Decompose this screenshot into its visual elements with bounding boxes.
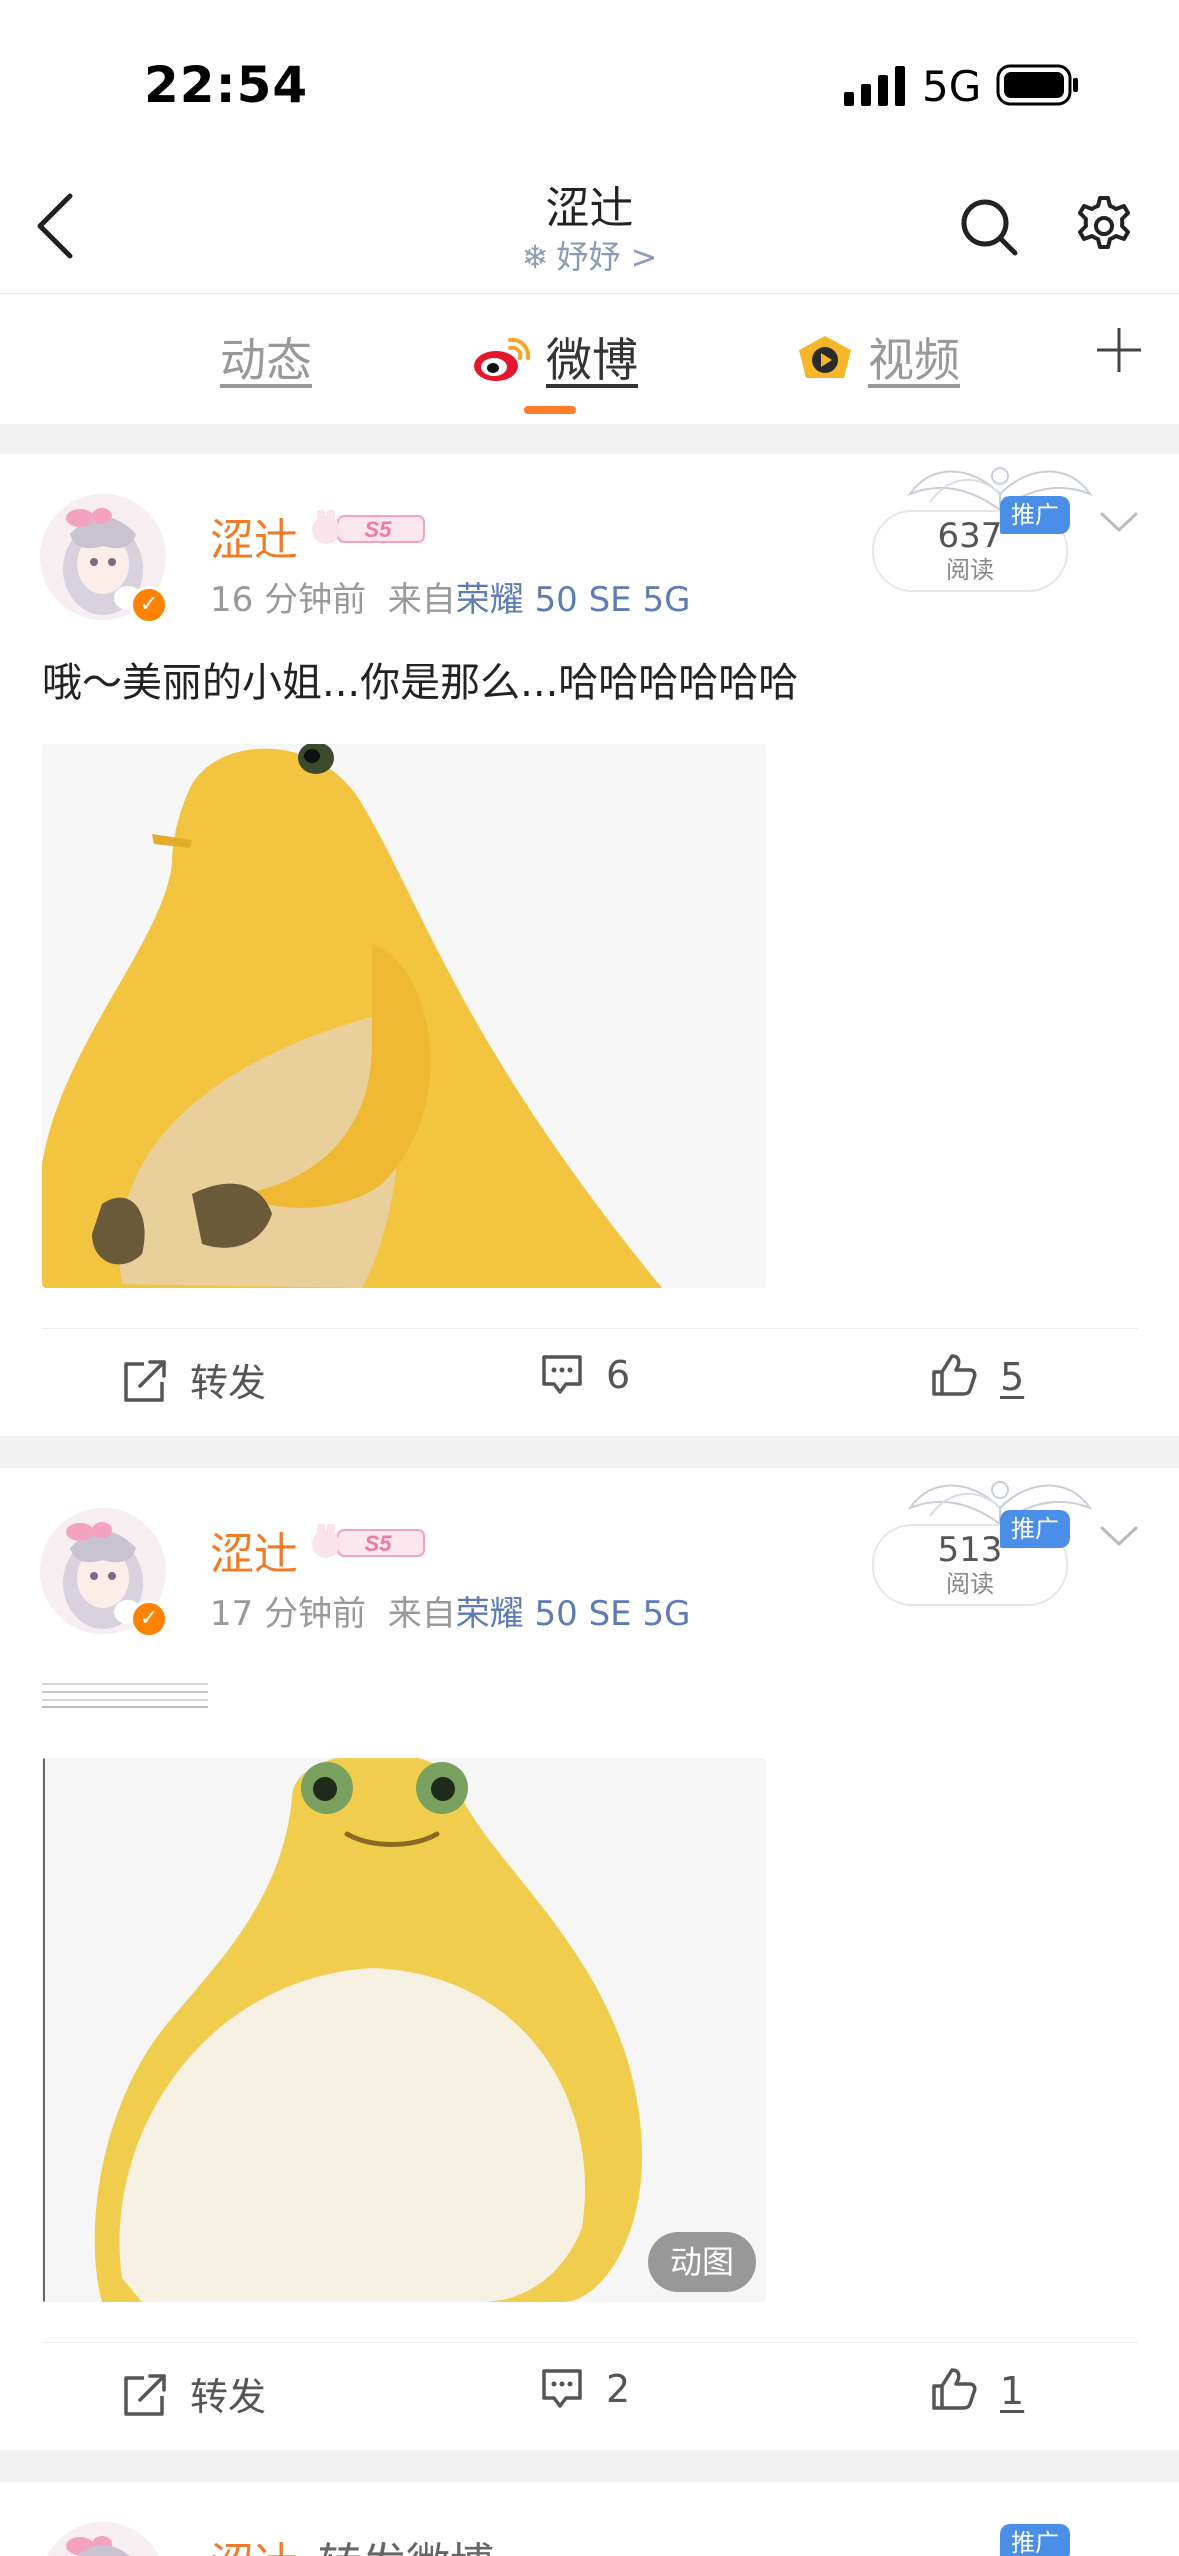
active-tab-indicator bbox=[524, 406, 576, 414]
gif-badge: 动图 bbox=[648, 2232, 756, 2292]
source-prefix: 来自 bbox=[387, 580, 456, 620]
chevron-down-icon[interactable] bbox=[1096, 506, 1142, 536]
verified-badge-icon: ✓ bbox=[130, 586, 168, 624]
cellular-signal-icon bbox=[844, 66, 905, 106]
network-type: 5G bbox=[922, 62, 982, 111]
promo-tag[interactable]: 推广 bbox=[1000, 1510, 1070, 1548]
post-gif[interactable]: 动图 bbox=[42, 1758, 766, 2302]
tab-label: 微博 bbox=[546, 333, 638, 387]
post-username[interactable]: 涩辻 转发微博 bbox=[210, 2528, 494, 2556]
post-divider bbox=[42, 1328, 1138, 1329]
read-label: 阅读 bbox=[946, 556, 994, 584]
profile-tab-bar: 动态 微博 视频 bbox=[0, 294, 1179, 424]
subtitle-label: 妤妤 > bbox=[556, 238, 658, 276]
post-username[interactable]: 涩辻 bbox=[210, 1518, 298, 1582]
thumbs-up-icon bbox=[932, 1354, 977, 1396]
like-button[interactable]: 5 bbox=[930, 1352, 1024, 1399]
post-device[interactable]: 荣耀 50 SE 5G bbox=[456, 580, 691, 620]
vip-badge-icon: S5 bbox=[312, 1524, 425, 1558]
repost-label: 转发 bbox=[190, 2375, 267, 2419]
tab-label: 视频 bbox=[868, 333, 960, 387]
repost-label: 转发 bbox=[190, 1361, 267, 1405]
navigation-bar: 涩辻 ❄ 妤妤 > bbox=[0, 160, 1179, 294]
search-icon[interactable] bbox=[958, 196, 1020, 258]
weibo-logo-icon bbox=[474, 337, 531, 381]
source-prefix: 来自 bbox=[387, 1594, 456, 1634]
tab-shipin[interactable]: 视频 bbox=[796, 324, 960, 390]
post-device[interactable]: 荣耀 50 SE 5G bbox=[456, 1594, 691, 1634]
vip-badge-icon: S5 bbox=[312, 510, 425, 544]
comment-count: 6 bbox=[606, 1353, 631, 1397]
comment-icon bbox=[542, 1355, 582, 1394]
tab-dongtai[interactable]: 动态 bbox=[220, 324, 312, 390]
snowflake-icon: ❄ bbox=[521, 238, 549, 276]
post-divider bbox=[42, 2342, 1138, 2343]
vip-level: S5 bbox=[365, 517, 393, 542]
battery-icon bbox=[996, 64, 1078, 106]
avatar[interactable] bbox=[40, 2522, 166, 2556]
post-text: 哦～美丽的小姐...你是那么...哈哈哈哈哈哈 bbox=[42, 660, 799, 706]
plus-icon[interactable] bbox=[1094, 320, 1144, 380]
chevron-down-icon[interactable] bbox=[1096, 1520, 1142, 1550]
post-time: 17 分钟前 bbox=[210, 1594, 367, 1634]
promo-tag[interactable]: 推广 bbox=[1000, 496, 1070, 534]
comment-button[interactable]: 2 bbox=[540, 2366, 630, 2411]
thumbs-up-icon bbox=[932, 2368, 977, 2410]
status-time: 22:54 bbox=[144, 56, 309, 114]
repost-suffix: 转发微博 bbox=[318, 2539, 494, 2556]
feed-post: 涩辻 转发微博 推广 bbox=[0, 2482, 1179, 2556]
repost-button[interactable]: 转发 bbox=[122, 2366, 266, 2421]
like-count: 5 bbox=[1000, 1355, 1025, 1399]
post-meta: 16 分钟前 来自荣耀 50 SE 5G bbox=[210, 572, 690, 621]
redacted-text-lines bbox=[42, 1683, 208, 1708]
feed-post: ✓ 涩辻 S5 17 分钟前 来自荣耀 50 SE 5G 513 阅读 推广 动… bbox=[0, 1468, 1179, 2450]
repost-icon bbox=[124, 2374, 166, 2416]
tab-label: 动态 bbox=[220, 333, 312, 387]
post-username[interactable]: 涩辻 bbox=[210, 504, 298, 568]
promo-tag[interactable]: 推广 bbox=[1000, 2524, 1070, 2556]
repost-icon bbox=[124, 1360, 166, 1402]
read-label: 阅读 bbox=[946, 1570, 994, 1598]
like-count: 1 bbox=[1000, 2369, 1025, 2413]
post-image[interactable] bbox=[42, 744, 766, 1288]
username-text: 涩辻 bbox=[210, 2539, 298, 2556]
comment-button[interactable]: 6 bbox=[540, 1352, 630, 1397]
video-channel-icon bbox=[799, 336, 851, 378]
feed-post: ✓ 涩辻 S5 16 分钟前 来自荣耀 50 SE 5G 637 阅读 推广 哦… bbox=[0, 454, 1179, 1436]
comment-count: 2 bbox=[606, 2367, 631, 2411]
like-button[interactable]: 1 bbox=[930, 2366, 1024, 2413]
post-meta: 17 分钟前 来自荣耀 50 SE 5G bbox=[210, 1586, 690, 1635]
post-time: 16 分钟前 bbox=[210, 580, 367, 620]
vip-level: S5 bbox=[365, 1531, 393, 1556]
gear-icon[interactable] bbox=[1072, 194, 1136, 258]
status-bar: 22:54 5G bbox=[0, 0, 1179, 160]
verified-badge-icon: ✓ bbox=[130, 1600, 168, 1638]
tab-weibo[interactable]: 微博 bbox=[472, 324, 638, 390]
comment-icon bbox=[542, 2369, 582, 2408]
repost-button[interactable]: 转发 bbox=[122, 1352, 266, 1407]
